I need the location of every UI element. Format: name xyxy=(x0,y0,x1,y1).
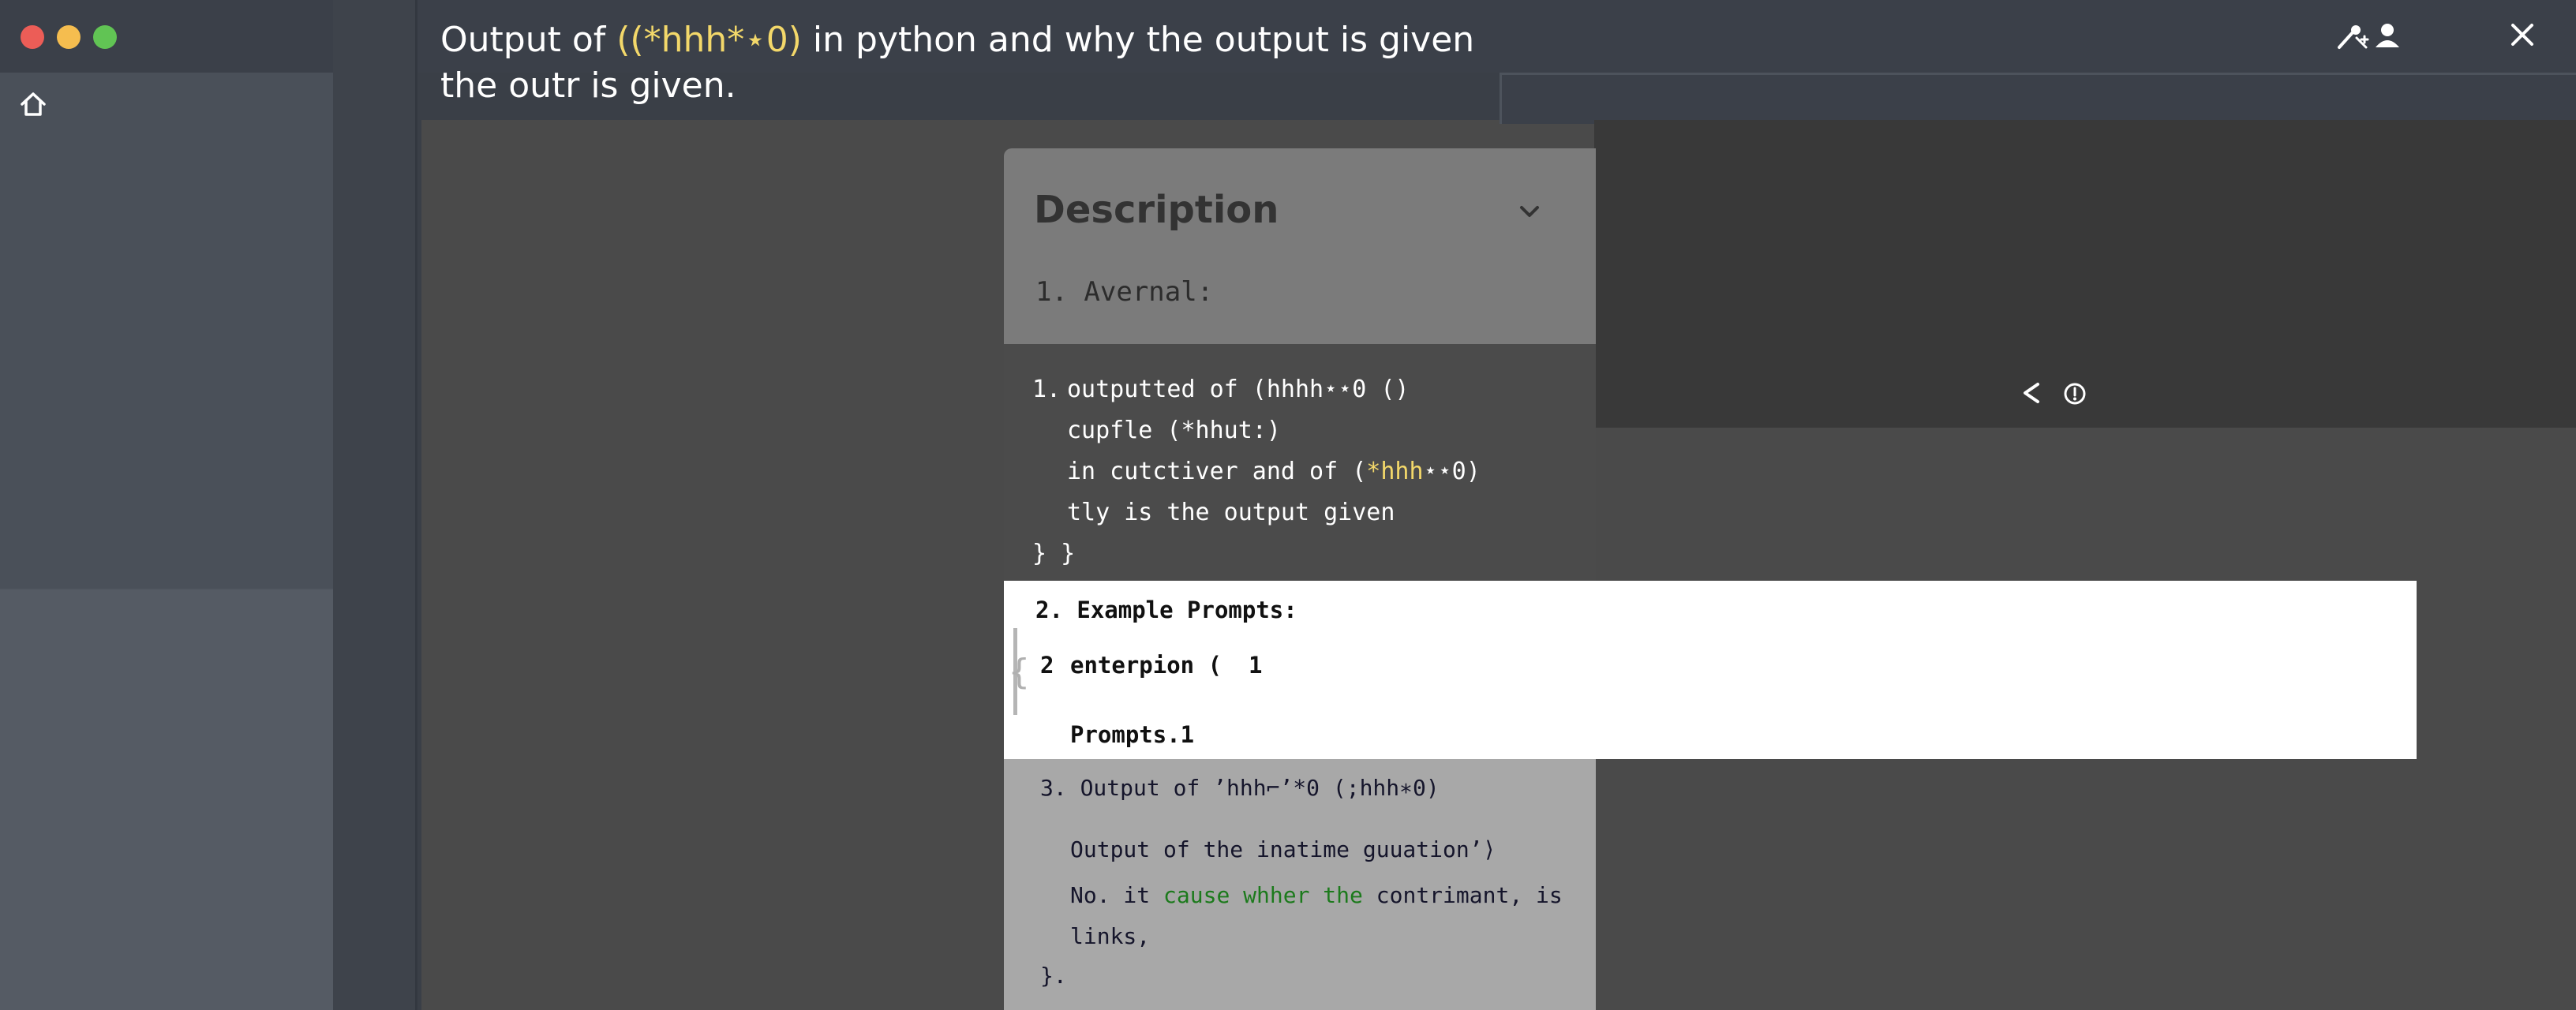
close-window-button[interactable] xyxy=(21,25,44,49)
title-line-2: the outr is given. xyxy=(440,65,736,106)
prompt-row-number: 2 xyxy=(1040,652,1054,679)
prompt-row-value: 1 xyxy=(1249,652,1263,679)
share-icon[interactable] xyxy=(2020,380,2042,406)
sidebar-divider-strip xyxy=(333,0,417,1010)
user-icon[interactable] xyxy=(2372,21,2402,50)
output-line-closing: }. xyxy=(1040,963,1067,989)
description-header-panel xyxy=(1004,148,1596,344)
output-line-suffix: contrimant, is xyxy=(1362,882,1563,908)
zoom-window-button[interactable] xyxy=(93,25,117,49)
code-line-suffix: ⋆⋆0) xyxy=(1423,458,1481,485)
chevron-down-icon[interactable] xyxy=(1518,200,1541,223)
code-line-closing: } } xyxy=(1032,540,1076,567)
code-line-highlight: *hhh xyxy=(1366,458,1424,485)
page-title: Output of ((*hhh*⋆0) in python and why t… xyxy=(440,17,1498,109)
section-1-label: 1. Avernal: xyxy=(1035,276,1214,308)
brace-glyph: { xyxy=(1009,652,1030,692)
code-line-prefix: in cutctiver and of ( xyxy=(1067,458,1367,485)
prompts-link[interactable]: Prompts.1 xyxy=(1070,721,1194,748)
code-line: in cutctiver and of (*hhh⋆⋆0) xyxy=(1067,451,1481,492)
title-prefix: Output of xyxy=(440,20,617,60)
output-line: Output of the inatime guuation’⟩ xyxy=(1070,836,1496,862)
close-icon[interactable] xyxy=(2507,19,2538,50)
section-3-label: 3. Output of ’hhh⌐’*0 (;hhh∗0) xyxy=(1040,775,1440,801)
code-line-number: 1. xyxy=(1032,376,1061,403)
info-icon[interactable] xyxy=(2063,382,2087,406)
section-2-label: 2. Example Prompts: xyxy=(1035,597,1297,623)
sidebar xyxy=(0,73,333,1010)
output-line-green: cause whher the xyxy=(1163,882,1363,908)
title-suffix: in python and why the output is given xyxy=(801,20,1475,60)
output-line-prefix: No. it xyxy=(1070,882,1164,908)
code-line: tly is the output given xyxy=(1067,499,1395,526)
output-line: No. it cause whher the contrimant, is xyxy=(1070,882,1563,908)
top-right-strip xyxy=(1500,73,2576,124)
output-line: links, xyxy=(1070,923,1151,949)
prompt-row-text: enterpion ( xyxy=(1070,652,1222,679)
minimize-window-button[interactable] xyxy=(57,25,80,49)
home-icon[interactable] xyxy=(17,88,49,120)
user-collapse-icon[interactable] xyxy=(2336,21,2371,52)
code-line: cupfle (*hhut:) xyxy=(1067,417,1281,444)
title-code: ((*hhh*⋆0) xyxy=(616,20,802,60)
code-line: outputted of (hhhh⋆⋆0 () xyxy=(1067,376,1410,403)
code-block: outputted of (hhhh⋆⋆0 () cupfle (*hhut:)… xyxy=(1067,369,1481,533)
description-heading: Description xyxy=(1034,188,1279,232)
